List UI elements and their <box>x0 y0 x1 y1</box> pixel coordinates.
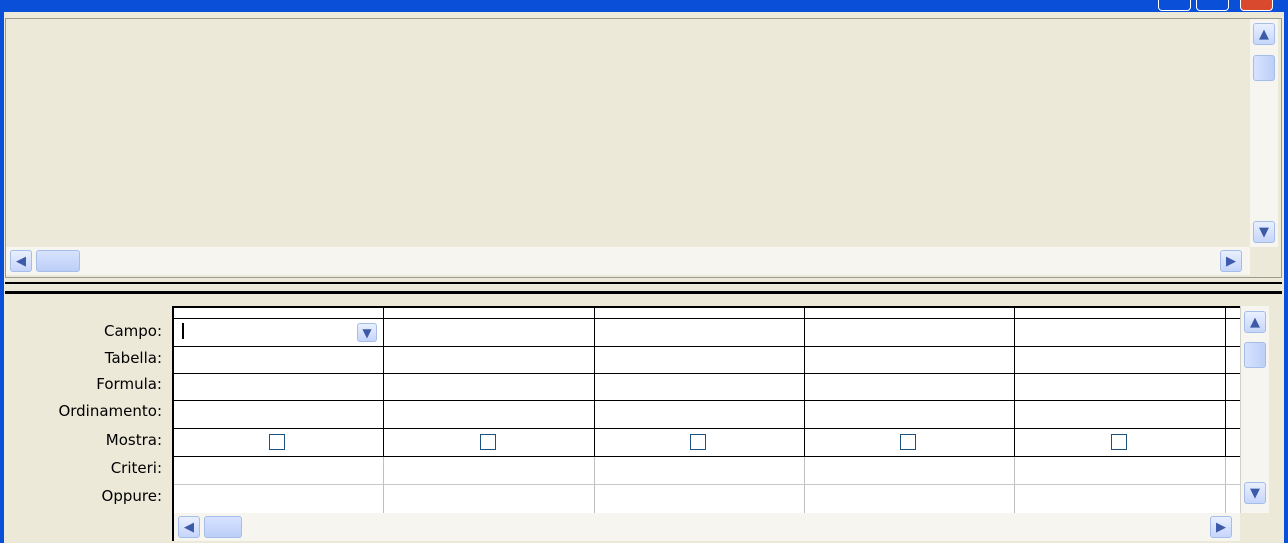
show-checkbox[interactable] <box>269 434 285 450</box>
field-dropdown-icon[interactable]: ▼ <box>357 323 377 342</box>
text-cursor <box>182 323 184 339</box>
show-checkbox[interactable] <box>1111 434 1127 450</box>
close-button[interactable] <box>1240 0 1273 11</box>
row-divider <box>174 400 1240 401</box>
show-checkbox[interactable] <box>690 434 706 450</box>
scroll-up-icon[interactable]: ▲ <box>1253 23 1275 45</box>
row-divider <box>174 373 1240 374</box>
table-pane-horizontal-scrollbar[interactable]: ◀ ▶ <box>6 247 1250 275</box>
row-divider <box>174 346 1240 347</box>
horizontal-scroll-thumb[interactable] <box>204 516 242 538</box>
table-pane-vertical-scrollbar[interactable]: ▲ ▼ <box>1250 19 1278 247</box>
vertical-scroll-thumb[interactable] <box>1253 55 1275 81</box>
scroll-right-icon[interactable]: ▶ <box>1220 250 1242 272</box>
column-divider-light <box>1014 457 1015 513</box>
show-checkbox[interactable] <box>480 434 496 450</box>
show-checkbox[interactable] <box>900 434 916 450</box>
row-label-criteria: Criteri: <box>110 459 162 477</box>
header-row-divider <box>174 318 1240 319</box>
column-divider-light <box>804 457 805 513</box>
column-divider-light <box>594 457 595 513</box>
row-label-show: Mostra: <box>105 431 162 449</box>
query-design-grid[interactable]: ▼ <box>172 306 1240 513</box>
row-label-field: Campo: <box>103 322 162 340</box>
row-divider <box>174 456 1240 457</box>
vertical-scroll-thumb[interactable] <box>1244 342 1266 368</box>
row-label-or: Oppure: <box>101 487 162 505</box>
row-divider-light <box>174 484 1240 485</box>
table-pane[interactable]: ▲ ▼ ◀ ▶ <box>5 18 1282 278</box>
grid-vertical-scrollbar[interactable]: ▲ ▼ <box>1240 306 1269 513</box>
column-divider-light <box>1225 457 1226 513</box>
pane-splitter[interactable] <box>5 282 1282 294</box>
minimize-button[interactable] <box>1158 0 1191 11</box>
row-divider <box>174 428 1240 429</box>
scroll-left-icon[interactable]: ◀ <box>178 516 200 538</box>
scroll-down-icon[interactable]: ▼ <box>1244 482 1266 504</box>
horizontal-scroll-thumb[interactable] <box>36 250 80 272</box>
scroll-right-icon[interactable]: ▶ <box>1210 516 1232 538</box>
grid-horizontal-scrollbar[interactable]: ◀ ▶ <box>172 513 1240 541</box>
maximize-button[interactable] <box>1196 0 1229 11</box>
column-divider-light <box>383 457 384 513</box>
row-label-sort: Ordinamento: <box>58 402 162 420</box>
row-label-formula: Formula: <box>96 375 162 393</box>
row-label-table: Tabella: <box>104 349 162 367</box>
scroll-up-icon[interactable]: ▲ <box>1244 311 1266 333</box>
scroll-down-icon[interactable]: ▼ <box>1253 221 1275 243</box>
scroll-left-icon[interactable]: ◀ <box>10 250 32 272</box>
